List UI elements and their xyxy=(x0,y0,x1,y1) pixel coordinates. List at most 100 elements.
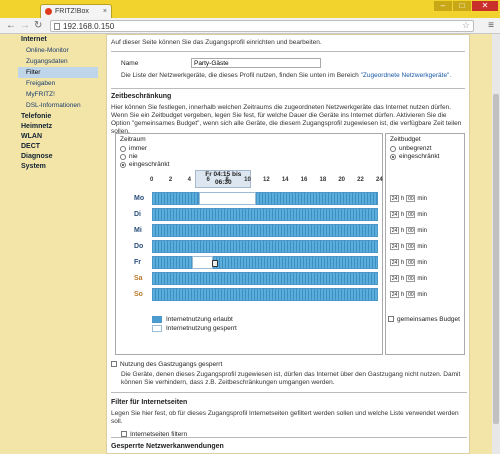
profile-name-input[interactable] xyxy=(191,58,321,68)
guest-section: Nutzung des Gastzugangs gesperrt Die Ger… xyxy=(111,361,467,387)
guest-checkbox[interactable] xyxy=(111,361,117,368)
schedule-bar-allowed[interactable] xyxy=(152,208,378,221)
schedule-bar-blocked[interactable] xyxy=(192,256,214,269)
close-window-button[interactable]: ✕ xyxy=(472,1,498,11)
sidebar-nav: Internet Online-Monitor Zugangsdaten Fil… xyxy=(18,34,98,171)
sidebar-item-telefonie[interactable]: Telefonie xyxy=(18,111,98,121)
limit-hours-input[interactable]: 24 xyxy=(390,227,399,234)
shared-budget-checkbox[interactable] xyxy=(388,316,394,323)
schedule-bar-allowed[interactable] xyxy=(213,256,378,269)
limit-minutes-input[interactable]: 00 xyxy=(406,259,416,266)
limit-minutes-label: min xyxy=(417,243,428,250)
scrollbar-thumb[interactable] xyxy=(493,94,499,424)
time-restriction-text: Hier können Sie festlegen, innerhalb wel… xyxy=(111,104,462,135)
hour-label-20: 20 xyxy=(338,177,346,183)
sidebar-item-heimnetz[interactable]: Heimnetz xyxy=(18,121,98,131)
devices-link[interactable]: "Zugeordnete Netzwerkgeräte". xyxy=(361,72,452,79)
tab-title: FRITZ!Box xyxy=(55,8,89,15)
hour-label-0: 0 xyxy=(150,177,154,183)
limit-hours-input[interactable]: 24 xyxy=(390,275,399,282)
sidebar-item-online-monitor[interactable]: Online-Monitor xyxy=(18,45,98,56)
limit-hours-label: h xyxy=(401,259,405,266)
schedule-bar-allowed[interactable] xyxy=(152,192,200,205)
filter-section: Filter für Internetseiten Legen Sie hier… xyxy=(111,397,467,438)
sidebar-item-dsl-informationen[interactable]: DSL-Informationen xyxy=(18,100,98,111)
window-controls: – □ ✕ xyxy=(434,1,498,11)
divider xyxy=(111,51,465,52)
address-bar[interactable]: 192.168.0.150 ☆ xyxy=(50,20,474,32)
day-label-do: Do xyxy=(134,243,144,250)
day-label-mo: Mo xyxy=(134,195,145,202)
legend-allowed: Internetnutzung erlaubt xyxy=(152,316,233,323)
sidebar-item-filter[interactable]: Filter xyxy=(18,67,98,78)
day-limit-di: 24 h 00 min xyxy=(390,211,427,218)
sidebar-item-dect[interactable]: DECT xyxy=(18,141,98,151)
limit-hours-input[interactable]: 24 xyxy=(390,195,399,202)
schedule-bar-allowed[interactable] xyxy=(255,192,378,205)
maximize-button[interactable]: □ xyxy=(453,1,471,11)
schedule-bar-blocked[interactable] xyxy=(199,192,256,205)
limit-hours-input[interactable]: 24 xyxy=(390,259,399,266)
limit-hours-label: h xyxy=(401,275,405,282)
hour-label-6: 6 xyxy=(206,177,210,183)
profile-name-row: Name xyxy=(121,58,465,68)
intro-text: Auf dieser Seite können Sie das Zugangsp… xyxy=(111,39,322,46)
limit-hours-input[interactable]: 24 xyxy=(390,211,399,218)
minimize-button[interactable]: – xyxy=(434,1,452,11)
legend-allowed-label: Internetnutzung erlaubt xyxy=(166,316,233,323)
limit-hours-input[interactable]: 24 xyxy=(390,243,399,250)
divider xyxy=(111,392,467,393)
sidebar-section-internet[interactable]: Internet xyxy=(18,34,98,45)
schedule-bar-allowed[interactable] xyxy=(152,256,193,269)
hour-label-4: 4 xyxy=(187,177,191,183)
day-limit-mi: 24 h 00 min xyxy=(390,227,427,234)
schedule-bar-allowed[interactable] xyxy=(152,288,378,301)
tab-close-icon[interactable]: × xyxy=(103,5,107,18)
hour-label-22: 22 xyxy=(357,177,364,183)
back-arrow-icon[interactable]: ← xyxy=(6,19,16,33)
forward-arrow-icon[interactable]: → xyxy=(20,19,30,33)
limit-minutes-input[interactable]: 00 xyxy=(406,275,416,282)
divider xyxy=(111,437,467,438)
browser-tab[interactable]: FRITZ!Box × xyxy=(40,4,112,18)
limit-minutes-input[interactable]: 00 xyxy=(406,227,416,234)
hour-label-18: 18 xyxy=(319,177,327,183)
limit-minutes-label: min xyxy=(417,227,428,234)
divider xyxy=(111,88,465,89)
sidebar-item-wlan[interactable]: WLAN xyxy=(18,131,98,141)
schedule-bar-allowed[interactable] xyxy=(152,224,378,237)
shared-budget-row[interactable]: gemeinsames Budget xyxy=(388,316,460,323)
hour-label-16: 16 xyxy=(300,177,308,183)
limit-minutes-input[interactable]: 00 xyxy=(406,243,416,250)
day-limit-sa: 24 h 00 min xyxy=(390,275,427,282)
schedule-bar-allowed[interactable] xyxy=(152,240,378,253)
day-limit-do: 24 h 00 min xyxy=(390,243,427,250)
hour-label-24: 24 xyxy=(376,177,383,183)
limit-hours-label: h xyxy=(401,227,405,234)
sidebar-item-system[interactable]: System xyxy=(18,161,98,171)
filter-text: Legen Sie hier fest, ob für dieses Zugan… xyxy=(111,410,459,425)
limit-hours-input[interactable]: 24 xyxy=(390,291,399,298)
scrollbar[interactable] xyxy=(492,34,500,454)
browser-menu-icon[interactable]: ≡ xyxy=(488,20,494,31)
reload-icon[interactable]: ↻ xyxy=(34,19,42,33)
zeitbudget-frame: Zeitbudget unbegrenzt eingeschränkt 24 h 0… xyxy=(385,133,465,355)
schedule-grid[interactable]: Fr 04:15 bis 06:30 0 2 4 6 8 10 12 14 16 18 20 22 24 M… xyxy=(116,134,384,356)
sidebar-item-myfritz[interactable]: MyFRITZ! xyxy=(18,89,98,100)
blocked-apps-heading: Gesperrte Netzwerkanwendungen xyxy=(111,443,224,450)
limit-minutes-input[interactable]: 00 xyxy=(406,211,416,218)
sidebar-item-diagnose[interactable]: Diagnose xyxy=(18,151,98,161)
legend-allowed-swatch xyxy=(152,316,162,323)
devices-hint: Die Liste der Netzwerkgeräte, die dieses… xyxy=(121,72,465,80)
hour-label-12: 12 xyxy=(263,177,270,183)
limit-minutes-input[interactable]: 00 xyxy=(406,195,416,202)
limit-minutes-input[interactable]: 00 xyxy=(406,291,416,298)
zeitraum-frame: Zeitraum immer nie eingeschränkt Fr 04:1… xyxy=(115,133,383,355)
bookmark-star-icon[interactable]: ☆ xyxy=(462,20,470,31)
day-label-di: Di xyxy=(134,211,141,218)
sidebar-item-zugangsdaten[interactable]: Zugangsdaten xyxy=(18,56,98,67)
sidebar-item-freigaben[interactable]: Freigaben xyxy=(18,78,98,89)
schedule-bar-allowed[interactable] xyxy=(152,272,378,285)
hour-label-2: 2 xyxy=(168,177,173,183)
guest-row[interactable]: Nutzung des Gastzugangs gesperrt xyxy=(111,361,467,368)
